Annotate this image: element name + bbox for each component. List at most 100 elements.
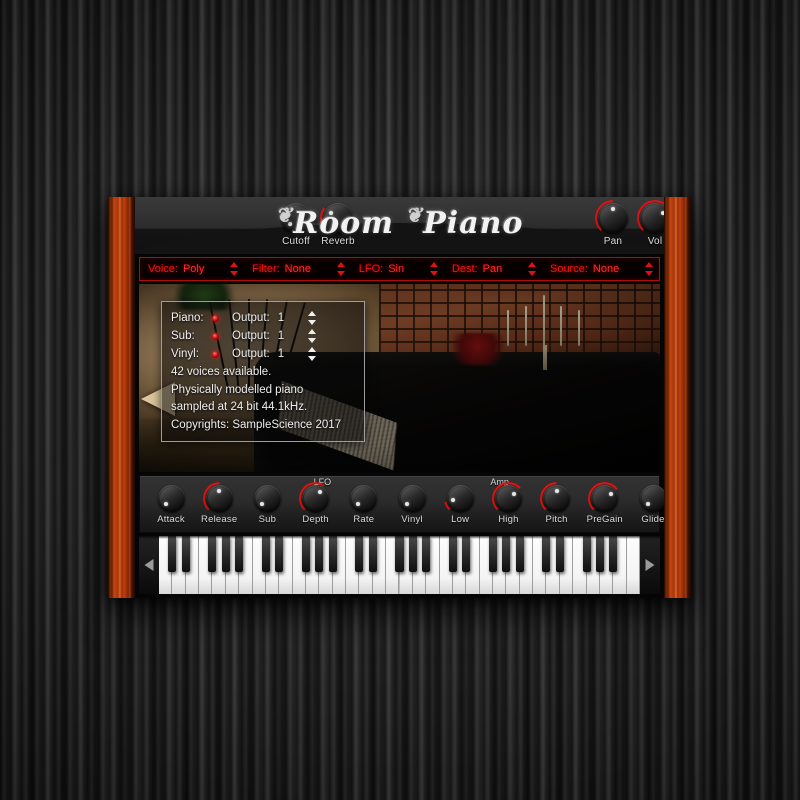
sub-output-stepper[interactable]	[307, 329, 317, 343]
page-title: ❦Room ❦Piano	[276, 203, 524, 241]
knob-release[interactable]: Release	[197, 482, 241, 525]
selector-filter-stepper[interactable]	[336, 262, 346, 276]
chevron-up-icon	[336, 262, 345, 267]
knob-rate[interactable]: Rate	[342, 485, 386, 525]
knob-pregain-label: PreGain	[586, 514, 623, 525]
knob-attack-dial[interactable]	[157, 485, 185, 512]
black-key[interactable]	[422, 536, 431, 572]
knob-pitch[interactable]: Pitch	[535, 482, 579, 525]
black-key[interactable]	[168, 536, 177, 572]
chevron-down-icon	[429, 271, 438, 276]
keyboard-scroll-right-button[interactable]	[640, 536, 660, 594]
selector-lfo-label: LFO:	[358, 263, 384, 275]
knob-high-label: High	[498, 514, 519, 525]
vinyl-enable-led[interactable]	[212, 350, 219, 358]
knob-glide-dial[interactable]	[639, 485, 667, 512]
black-key[interactable]	[208, 536, 217, 572]
knob-high[interactable]: High	[486, 482, 530, 525]
knob-pointer	[611, 207, 615, 211]
black-key[interactable]	[515, 536, 524, 572]
logo-word-room: Room	[293, 206, 395, 241]
selector-lfo[interactable]: LFO: Sin	[351, 258, 404, 280]
selector-source-label: Source:	[549, 263, 588, 275]
black-key[interactable]	[408, 536, 417, 572]
knob-sheen	[400, 487, 424, 510]
black-key[interactable]	[261, 536, 270, 572]
black-key[interactable]	[181, 536, 190, 572]
black-key[interactable]	[502, 536, 511, 572]
knob-sheen	[159, 487, 183, 510]
keyboard-keys[interactable]	[159, 536, 640, 594]
knob-pregain[interactable]: PreGain	[583, 482, 627, 525]
selector-source[interactable]: Source: None	[542, 258, 619, 280]
piano-enable-led[interactable]	[212, 314, 219, 322]
knob-pointer	[260, 501, 265, 506]
logo-swash-mid: ❦	[405, 203, 424, 227]
selector-voice[interactable]: Voice: Poly	[140, 258, 204, 280]
artwork-panel: Piano: Output: 1 Sub: Output: 1 Vinyl: O…	[139, 284, 660, 472]
knob-vinyl-dial[interactable]	[398, 485, 426, 512]
selector-voice-value: Poly	[182, 263, 205, 275]
knob-vol[interactable]: Vol	[628, 200, 664, 247]
knob-low-dial[interactable]	[446, 485, 474, 512]
info-panel: Piano: Output: 1 Sub: Output: 1 Vinyl: O…	[161, 301, 365, 442]
selector-dest-value: Pan	[482, 263, 503, 275]
knob-release-dial[interactable]	[205, 485, 233, 512]
knob-sub[interactable]: Sub	[245, 485, 289, 525]
black-key[interactable]	[609, 536, 618, 572]
knob-attack[interactable]: Attack	[149, 485, 193, 525]
knob-high-dial[interactable]	[494, 485, 522, 512]
info-row-piano: Piano: Output: 1	[171, 309, 355, 327]
knob-sub-dial[interactable]	[253, 485, 281, 512]
black-key[interactable]	[555, 536, 564, 572]
black-key[interactable]	[489, 536, 498, 572]
info-row-vinyl: Vinyl: Output: 1	[171, 345, 355, 363]
white-key[interactable]	[626, 536, 640, 594]
black-key[interactable]	[395, 536, 404, 572]
black-key[interactable]	[235, 536, 244, 572]
black-key[interactable]	[368, 536, 377, 572]
black-key[interactable]	[328, 536, 337, 572]
black-key[interactable]	[355, 536, 364, 572]
knob-vinyl[interactable]: Vinyl	[390, 485, 434, 525]
selector-voice-stepper[interactable]	[230, 262, 239, 276]
black-key[interactable]	[315, 536, 324, 572]
wood-panel-left	[108, 197, 135, 598]
knob-rate-dial[interactable]	[350, 485, 378, 512]
piano-output-stepper[interactable]	[307, 311, 317, 325]
info-row-sub-output-label: Output:	[232, 330, 270, 342]
arrow-right-icon	[645, 559, 655, 571]
selector-dest-label: Dest:	[451, 263, 478, 275]
knob-low[interactable]: Low	[438, 482, 482, 525]
knob-pitch-dial[interactable]	[543, 485, 571, 512]
knob-depth[interactable]: Depth	[294, 482, 338, 525]
logo-swash-left: ❦	[275, 203, 294, 227]
knob-pointer	[554, 489, 559, 493]
knob-sub-label: Sub	[258, 514, 277, 525]
black-key[interactable]	[542, 536, 551, 572]
chevron-up-icon	[429, 262, 438, 267]
vinyl-output-stepper[interactable]	[307, 347, 317, 361]
selector-lfo-stepper[interactable]	[429, 262, 439, 276]
black-key[interactable]	[595, 536, 604, 572]
chevron-up-icon	[527, 262, 536, 267]
bottom-knob-panel: LFO Amp Attack Release Sub Depth Rate Vinyl Lo…	[139, 475, 667, 533]
black-key[interactable]	[448, 536, 457, 572]
black-key[interactable]	[582, 536, 591, 572]
selector-filter[interactable]: Filter: None	[244, 258, 311, 280]
knob-sheen	[641, 487, 665, 510]
sub-enable-led[interactable]	[212, 332, 219, 340]
black-key[interactable]	[275, 536, 284, 572]
knob-vol-dial[interactable]	[640, 203, 664, 233]
black-key[interactable]	[462, 536, 471, 572]
knob-pan-dial[interactable]	[598, 203, 628, 233]
selector-dest[interactable]: Dest: Pan	[444, 258, 502, 280]
selector-source-stepper[interactable]	[645, 262, 654, 276]
top-control-bar: Cutoff Reverb ❦Room ❦Piano Pan Vol	[135, 197, 664, 254]
knob-depth-dial[interactable]	[302, 485, 330, 512]
knob-vol-label: Vol	[647, 236, 663, 247]
keyboard-scroll-left-button[interactable]	[139, 536, 159, 594]
black-key[interactable]	[301, 536, 310, 572]
black-key[interactable]	[221, 536, 230, 572]
selector-dest-stepper[interactable]	[527, 262, 537, 276]
